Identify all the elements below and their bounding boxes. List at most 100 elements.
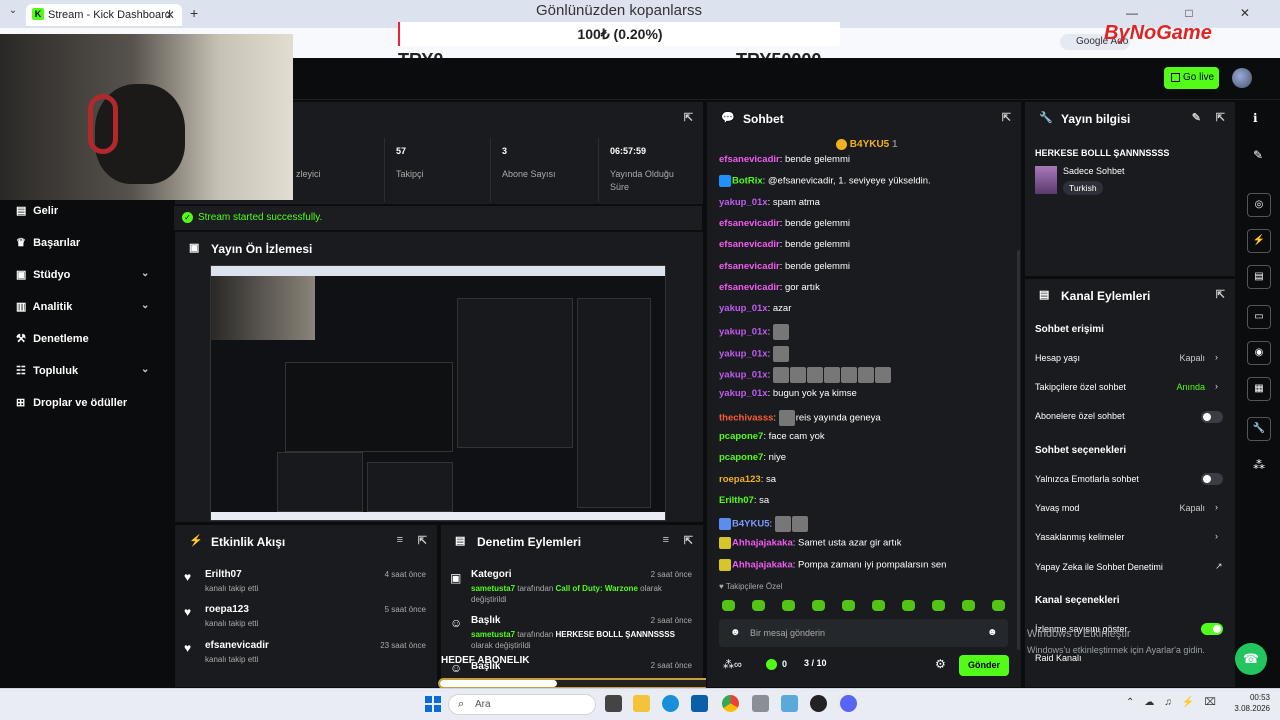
rail-bolt-icon[interactable]: ⚡ bbox=[1247, 229, 1271, 253]
popout-icon[interactable]: ⇱ bbox=[684, 534, 693, 547]
popout-icon[interactable]: ⇱ bbox=[1002, 111, 1011, 124]
info-icon[interactable]: ℹ bbox=[1253, 111, 1258, 125]
channel-points-icon[interactable]: ⁂∞ bbox=[723, 658, 742, 671]
chat-username[interactable]: pcapone7 bbox=[719, 452, 763, 463]
chat-username[interactable]: efsanevicadir bbox=[719, 239, 780, 250]
emote-icon[interactable] bbox=[812, 600, 825, 611]
window-controls[interactable]: — □ ✕ bbox=[1126, 6, 1272, 20]
chat-username[interactable]: pcapone7 bbox=[719, 431, 763, 442]
emote-icon[interactable] bbox=[752, 600, 765, 611]
chat-username[interactable]: Ahhajajakaka bbox=[732, 559, 793, 570]
chat-username[interactable]: yakup_01x bbox=[719, 388, 768, 399]
windows-start-icon[interactable] bbox=[425, 696, 441, 712]
emote-icon[interactable] bbox=[842, 600, 855, 611]
discord-icon[interactable] bbox=[840, 695, 857, 712]
emote-only-toggle[interactable] bbox=[1201, 473, 1223, 485]
stat-uptime-label: Yayında Olduğu Süre bbox=[610, 169, 674, 192]
edge-icon[interactable] bbox=[662, 695, 679, 712]
emote-icon[interactable] bbox=[722, 600, 735, 611]
new-tab-icon[interactable]: + bbox=[190, 5, 198, 21]
chat-username[interactable]: BotRix bbox=[732, 176, 763, 187]
chat-username[interactable]: efsanevicadir bbox=[719, 261, 780, 272]
sidebar-item-analitik[interactable]: ▥ Analitik ⌄ bbox=[16, 300, 149, 313]
sidebar-item-basarilar[interactable]: ♛ Başarılar bbox=[16, 236, 80, 249]
emote-icon[interactable] bbox=[932, 600, 945, 611]
stream-preview-video[interactable] bbox=[210, 265, 666, 521]
smile-icon[interactable]: ☻ bbox=[730, 627, 741, 638]
chat-username[interactable]: yakup_01x bbox=[719, 327, 768, 338]
chat-username[interactable]: Erilth07 bbox=[719, 495, 754, 506]
emote-icon[interactable] bbox=[902, 600, 915, 611]
store-icon[interactable] bbox=[691, 695, 708, 712]
support-chat-icon[interactable]: ☎ bbox=[1235, 643, 1267, 675]
send-button[interactable]: Gönder bbox=[959, 655, 1009, 676]
chat-scrollbar[interactable] bbox=[1017, 250, 1020, 650]
stat-divider bbox=[384, 138, 385, 202]
tab-list-menu-icon[interactable]: ⌄ bbox=[5, 5, 21, 21]
rail-chat-icon[interactable]: ▭ bbox=[1247, 305, 1271, 329]
file-explorer-icon[interactable] bbox=[633, 695, 650, 712]
task-view-icon[interactable] bbox=[605, 695, 622, 712]
chevron-right-icon[interactable]: › bbox=[1215, 381, 1218, 391]
slow-mode-label: Yavaş mod bbox=[1035, 503, 1080, 513]
sidebar-item-gelir[interactable]: ▤ Gelir bbox=[16, 204, 58, 217]
obs-icon[interactable] bbox=[810, 695, 827, 712]
chat-message: roepa123: sa bbox=[719, 474, 776, 485]
pencil-icon[interactable]: ✎ bbox=[1253, 148, 1263, 162]
sidebar-item-studyo[interactable]: ▣ Stüdyo ⌄ bbox=[16, 268, 149, 281]
emoji-picker-icon[interactable]: ☻ bbox=[987, 627, 998, 638]
go-live-button[interactable]: Go live bbox=[1164, 67, 1219, 89]
emote-icon[interactable] bbox=[992, 600, 1005, 611]
sidebar-item-denetleme[interactable]: ⚒ Denetleme bbox=[16, 332, 89, 345]
chat-username[interactable]: Ahhajajakaka bbox=[732, 538, 793, 549]
rail-broadcast-icon[interactable]: ◉ bbox=[1247, 341, 1271, 365]
emote-icon[interactable] bbox=[782, 600, 795, 611]
chat-username[interactable]: B4YKU5 bbox=[732, 519, 770, 530]
rail-clipboard-icon[interactable]: ▤ bbox=[1247, 265, 1271, 289]
chrome-icon[interactable] bbox=[722, 695, 739, 712]
rail-points-icon[interactable]: ⁂ bbox=[1253, 458, 1265, 472]
chat-username[interactable]: yakup_01x bbox=[719, 370, 768, 381]
emote-icon[interactable] bbox=[962, 600, 975, 611]
calculator-icon[interactable] bbox=[752, 695, 769, 712]
taskbar-clock[interactable]: 00:53 3.08.2026 bbox=[1218, 692, 1270, 714]
chat-username[interactable]: roepa123 bbox=[719, 474, 761, 485]
chat-username[interactable]: efsanevicadir bbox=[719, 218, 780, 229]
chevron-right-icon[interactable]: › bbox=[1215, 531, 1218, 541]
edit-icon[interactable]: ✎ bbox=[1192, 111, 1201, 124]
rail-capture-icon[interactable]: ◎ bbox=[1247, 193, 1271, 217]
subs-only-toggle[interactable] bbox=[1201, 411, 1223, 423]
chat-username[interactable]: efsanevicadir bbox=[719, 282, 780, 293]
tab-kick-dashboard[interactable]: K Stream - Kick Dashboard ✕ bbox=[26, 4, 182, 26]
chat-message: yakup_01x: bbox=[719, 324, 790, 341]
chat-username[interactable]: yakup_01x bbox=[719, 303, 768, 314]
external-link-icon[interactable]: ↗ bbox=[1215, 561, 1223, 572]
filter-icon[interactable]: ≡ bbox=[397, 534, 403, 546]
close-tab-icon[interactable]: ✕ bbox=[165, 8, 175, 22]
rail-wrench-icon[interactable]: 🔧 bbox=[1247, 417, 1271, 441]
settings-gear-icon[interactable]: ⚙ bbox=[935, 657, 946, 671]
chevron-right-icon[interactable]: › bbox=[1215, 352, 1218, 362]
popout-icon[interactable]: ⇱ bbox=[1216, 288, 1225, 301]
sidebar-item-droplar[interactable]: ⊞ Droplar ve ödüller bbox=[16, 396, 127, 409]
rail-channel-icon[interactable]: ▦ bbox=[1247, 377, 1271, 401]
popout-icon[interactable]: ⇱ bbox=[1216, 111, 1225, 124]
sidebar-item-topluluk[interactable]: ☷ Topluluk ⌄ bbox=[16, 364, 149, 377]
chat-username[interactable]: yakup_01x bbox=[719, 348, 768, 359]
popout-icon[interactable]: ⇱ bbox=[418, 534, 427, 547]
chat-message: efsanevicadir: gor artık bbox=[719, 282, 820, 293]
user-avatar[interactable] bbox=[1232, 68, 1252, 88]
chat-username[interactable]: efsanevicadir bbox=[719, 154, 780, 165]
taskbar-search[interactable]: ⌕ Ara bbox=[448, 694, 596, 715]
chat-input[interactable]: ☻ Bir mesaj gönderin ☻ bbox=[719, 619, 1008, 647]
chat-username[interactable]: thechivasss bbox=[719, 412, 773, 423]
app-icon[interactable] bbox=[781, 695, 798, 712]
system-tray-icons[interactable]: ⌃☁♫⚡⌧ bbox=[1126, 697, 1226, 708]
emote-icon[interactable] bbox=[872, 600, 885, 611]
chat-username[interactable]: yakup_01x bbox=[719, 197, 768, 208]
chat-message: BotRix: @efsanevicadir, 1. seviyeye yüks… bbox=[719, 175, 931, 188]
chevron-right-icon[interactable]: › bbox=[1215, 502, 1218, 512]
filter-icon[interactable]: ≡ bbox=[663, 534, 669, 546]
popout-icon[interactable]: ⇱ bbox=[684, 111, 693, 124]
user-badge-icon bbox=[719, 518, 731, 531]
